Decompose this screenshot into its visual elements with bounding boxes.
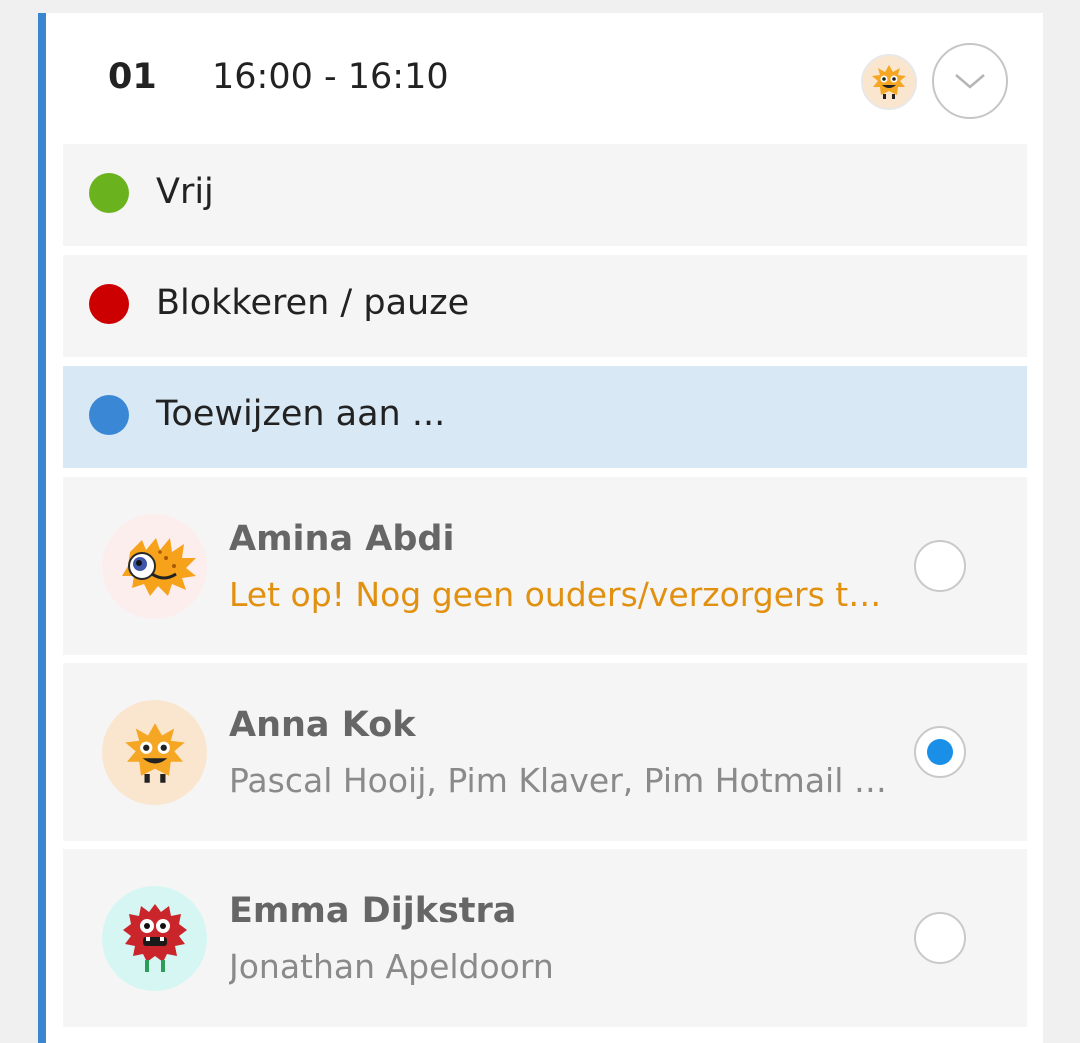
option-label: Vrij [156, 172, 214, 212]
student-parents: Jonathan Apeldoorn [229, 947, 554, 986]
option-assign[interactable]: Toewijzen aan ... [63, 366, 1027, 468]
student-row-emma-dijkstra[interactable]: Emma Dijkstra Jonathan Apeldoorn [63, 849, 1027, 1027]
option-block-pause[interactable]: Blokkeren / pauze [63, 255, 1027, 357]
student-parents: Pascal Hooij, Pim Klaver, Pim Hotmail en… [229, 761, 889, 800]
orange-spiky-fish-monster-icon [102, 514, 207, 619]
student-row-amina-abdi[interactable]: Amina Abdi Let op! Nog geen ouders/verzo… [63, 477, 1027, 655]
status-dot-red [89, 284, 129, 324]
timeslot-card: 01 16:00 - 16:10 Vrij Blokkeren / pauze … [38, 13, 1043, 1043]
student-name: Anna Kok [229, 705, 416, 745]
status-dot-blue [89, 395, 129, 435]
select-radio[interactable] [914, 912, 966, 964]
option-label: Toewijzen aan ... [156, 394, 446, 434]
select-radio[interactable] [914, 726, 966, 778]
student-name: Emma Dijkstra [229, 891, 517, 931]
red-furry-monster-icon [102, 886, 207, 991]
timeslot-header: 01 16:00 - 16:10 [46, 13, 1043, 143]
option-free[interactable]: Vrij [63, 144, 1027, 246]
slot-time: 16:00 - 16:10 [212, 57, 449, 97]
slot-number: 01 [108, 57, 157, 97]
student-row-anna-kok[interactable]: Anna Kok Pascal Hooij, Pim Klaver, Pim H… [63, 663, 1027, 841]
select-radio[interactable] [914, 540, 966, 592]
student-warning: Let op! Nog geen ouders/verzorgers toege… [229, 575, 889, 614]
student-name: Amina Abdi [229, 519, 455, 559]
status-dot-green [89, 173, 129, 213]
chevron-down-icon [955, 74, 985, 89]
expand-toggle-button[interactable] [932, 43, 1008, 119]
radio-selected-indicator [927, 739, 953, 765]
orange-monster-icon [102, 700, 207, 805]
option-label: Blokkeren / pauze [156, 283, 470, 323]
orange-monster-icon [861, 54, 917, 110]
